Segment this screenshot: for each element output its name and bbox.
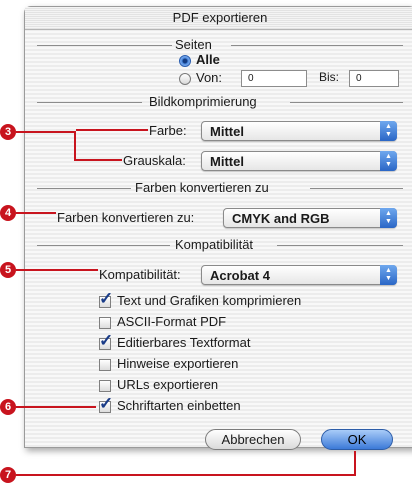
popup-arrows-icon: ▲ ▼ <box>380 208 397 228</box>
color-label: Farbe: <box>149 123 187 138</box>
pdf-export-dialog: PDF exportieren Seiten Alle Von: 0 Bis: … <box>24 6 412 450</box>
color-popup[interactable]: Mittel ▲ ▼ <box>201 121 397 141</box>
popup-arrows-icon: ▲ ▼ <box>380 151 397 171</box>
compat-popup-value: Acrobat 4 <box>210 268 270 283</box>
compat-popup[interactable]: Acrobat 4 ▲ ▼ <box>201 265 397 285</box>
popup-arrows-icon: ▲ ▼ <box>380 265 397 285</box>
separator <box>277 245 403 246</box>
to-label: Bis: <box>319 70 340 84</box>
callout-line <box>76 159 122 161</box>
separator <box>290 102 403 103</box>
from-field[interactable]: 0 <box>241 70 307 87</box>
radio-all-label: Alle <box>196 52 220 67</box>
checkbox-editable[interactable]: ✓ <box>99 332 113 350</box>
dialog-title: PDF exportieren <box>25 7 412 30</box>
convert-popup-value: CMYK and RGB <box>232 211 330 226</box>
gray-label: Grauskala: <box>123 153 186 168</box>
checkmark-icon: ✓ <box>99 394 114 413</box>
section-kompatibilitaet: Kompatibilität <box>175 237 254 252</box>
checkbox-notes-label: Hinweise exportieren <box>117 356 239 371</box>
checkbox-embed-fonts-label: Schriftarten einbetten <box>117 398 241 413</box>
gray-popup-value: Mittel <box>210 154 244 169</box>
callout-line <box>16 474 356 476</box>
compat-label: Kompatibilität: <box>99 267 181 282</box>
callout-3: 3 <box>0 124 16 140</box>
checkbox-notes[interactable] <box>99 359 111 371</box>
callout-line <box>354 451 356 476</box>
callout-line <box>16 131 74 133</box>
checkmark-icon: ✓ <box>99 331 114 350</box>
cancel-button[interactable]: Abbrechen <box>205 429 301 450</box>
radio-range[interactable] <box>179 73 191 85</box>
checkbox-ascii-label: ASCII-Format PDF <box>117 314 227 329</box>
separator <box>37 188 131 189</box>
callout-line <box>74 131 76 161</box>
callout-7: 7 <box>0 467 16 483</box>
color-popup-value: Mittel <box>210 124 244 139</box>
checkbox-compress-label: Text und Grafiken komprimieren <box>117 293 302 308</box>
checkbox-compress[interactable]: ✓ <box>99 290 113 308</box>
ok-button[interactable]: OK <box>321 429 393 450</box>
separator <box>37 102 142 103</box>
callout-6: 6 <box>0 399 16 415</box>
separator <box>310 188 403 189</box>
callout-4: 4 <box>0 205 16 221</box>
callout-line <box>16 269 98 271</box>
checkbox-urls[interactable] <box>99 380 111 392</box>
gray-popup[interactable]: Mittel ▲ ▼ <box>201 151 397 171</box>
callout-line <box>16 406 96 408</box>
separator <box>231 45 403 46</box>
callout-5: 5 <box>0 262 16 278</box>
checkbox-editable-label: Editierbares Textformat <box>117 335 251 350</box>
radio-range-label: Von: <box>196 70 223 85</box>
checkbox-urls-label: URLs exportieren <box>117 377 219 392</box>
section-bildkomprimierung: Bildkomprimierung <box>149 94 257 109</box>
section-farben: Farben konvertieren zu <box>135 180 269 195</box>
separator <box>37 245 170 246</box>
to-field[interactable]: 0 <box>349 70 399 87</box>
checkbox-ascii[interactable] <box>99 317 111 329</box>
checkmark-icon: ✓ <box>99 289 114 308</box>
callout-line <box>76 129 148 131</box>
popup-arrows-icon: ▲ ▼ <box>380 121 397 141</box>
convert-popup[interactable]: CMYK and RGB ▲ ▼ <box>223 208 397 228</box>
separator <box>37 45 172 46</box>
convert-label: Farben konvertieren zu: <box>57 210 195 225</box>
callout-line <box>16 212 56 214</box>
radio-all[interactable] <box>179 55 191 67</box>
checkbox-embed-fonts[interactable]: ✓ <box>99 395 113 413</box>
section-seiten: Seiten <box>175 37 212 52</box>
